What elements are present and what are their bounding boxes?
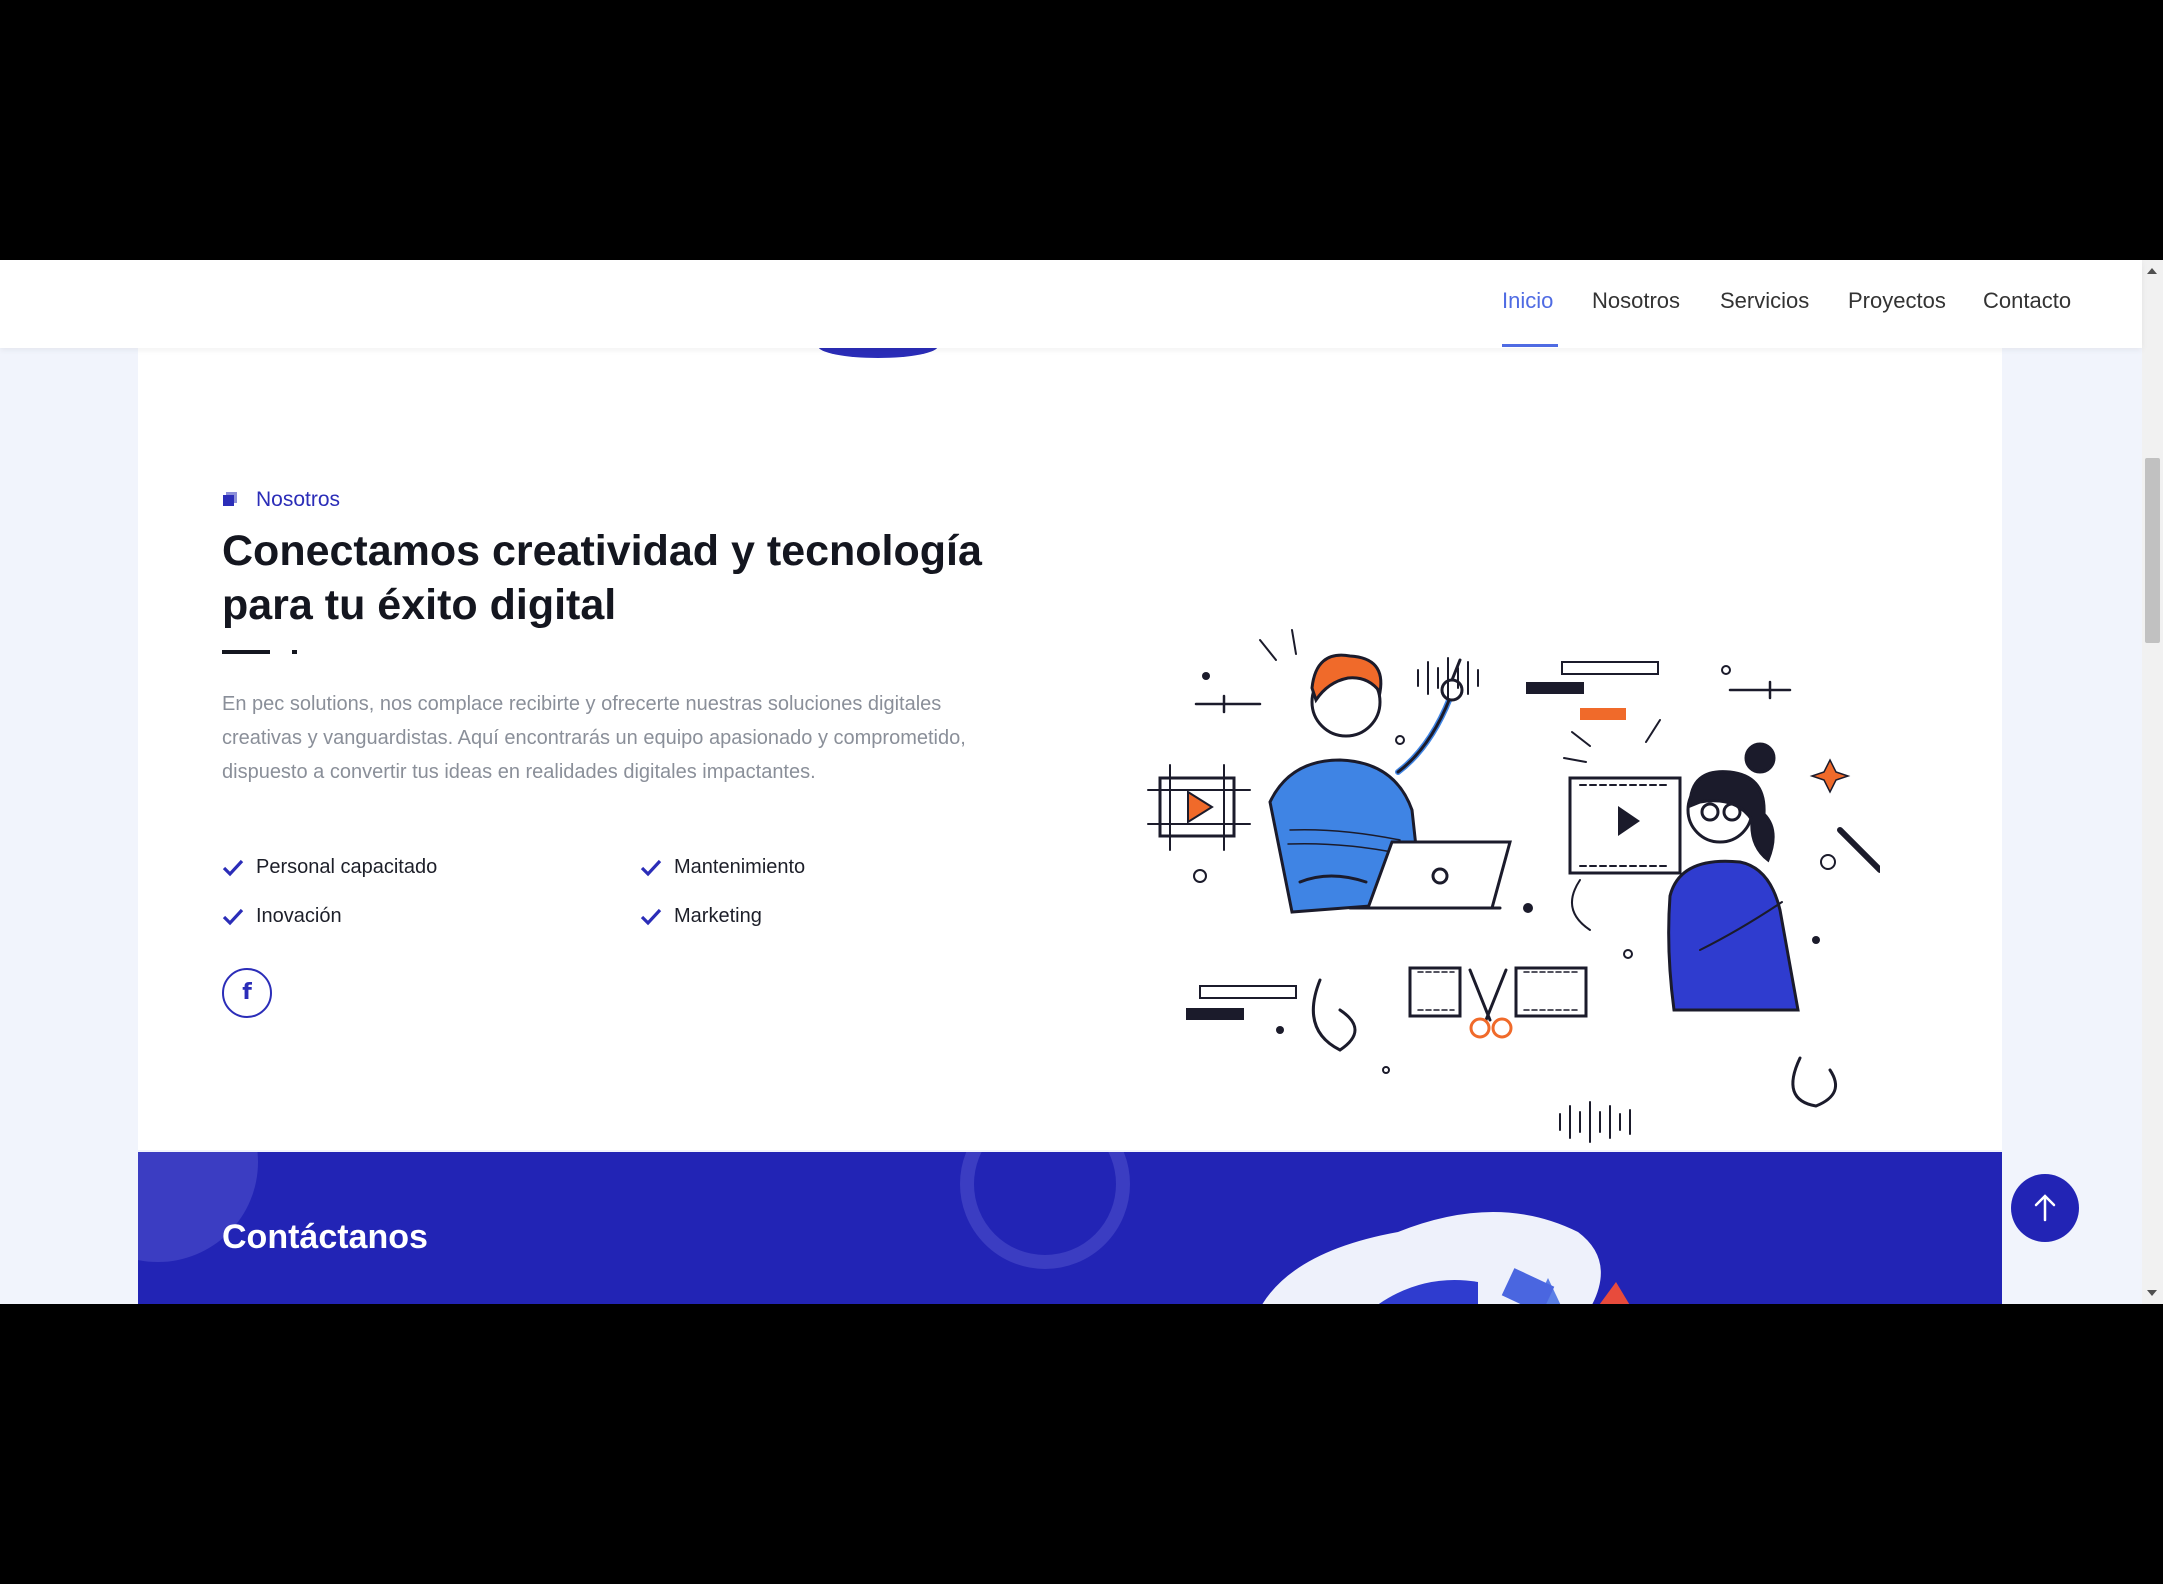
feature-label: Mantenimiento: [674, 856, 806, 878]
contact-title: Contáctanos: [222, 1218, 428, 1256]
vertical-scrollbar[interactable]: [2142, 260, 2163, 1304]
check-icon: [640, 859, 662, 877]
nav-link-proyectos[interactable]: Proyectos: [1848, 288, 1946, 314]
team-illustration: [1147, 629, 1880, 1143]
top-navbar: Inicio Nosotros Servicios Proyectos Cont…: [0, 260, 2142, 348]
heading-underline: [222, 650, 270, 654]
nav-link-servicios[interactable]: Servicios: [1720, 288, 1809, 314]
layers-icon: [223, 492, 237, 506]
contact-section: Contáctanos: [138, 1152, 2002, 1304]
nav-link-inicio[interactable]: Inicio: [1502, 288, 1553, 314]
facebook-button[interactable]: f: [222, 968, 272, 1018]
check-icon: [222, 908, 244, 926]
nav-link-nosotros[interactable]: Nosotros: [1592, 288, 1680, 314]
check-icon: [222, 859, 244, 877]
scroll-down-arrow[interactable]: [2147, 1290, 2157, 1296]
browser-viewport: Inicio Nosotros Servicios Proyectos Cont…: [0, 260, 2163, 1304]
scroll-up-arrow[interactable]: [2147, 268, 2157, 274]
nav-link-contacto[interactable]: Contacto: [1983, 288, 2071, 314]
section-description: En pec solutions, nos complace recibirte…: [222, 693, 966, 783]
feature-label: Marketing: [674, 905, 762, 927]
eyebrow-label: Nosotros: [256, 488, 341, 511]
arrow-up-icon: [2034, 1194, 2056, 1222]
check-icon: [640, 908, 662, 926]
facebook-icon: f: [242, 980, 252, 1005]
active-nav-indicator: [1502, 344, 1558, 347]
feature-label: Inovación: [256, 905, 342, 927]
heading-underline-dot: [292, 650, 297, 654]
scrollbar-thumb[interactable]: [2145, 458, 2160, 643]
feature-label: Personal capacitado: [256, 856, 438, 878]
back-to-top-button[interactable]: [2011, 1174, 2079, 1242]
section-heading: Conectamos creatividad y tecnología para…: [222, 527, 982, 629]
